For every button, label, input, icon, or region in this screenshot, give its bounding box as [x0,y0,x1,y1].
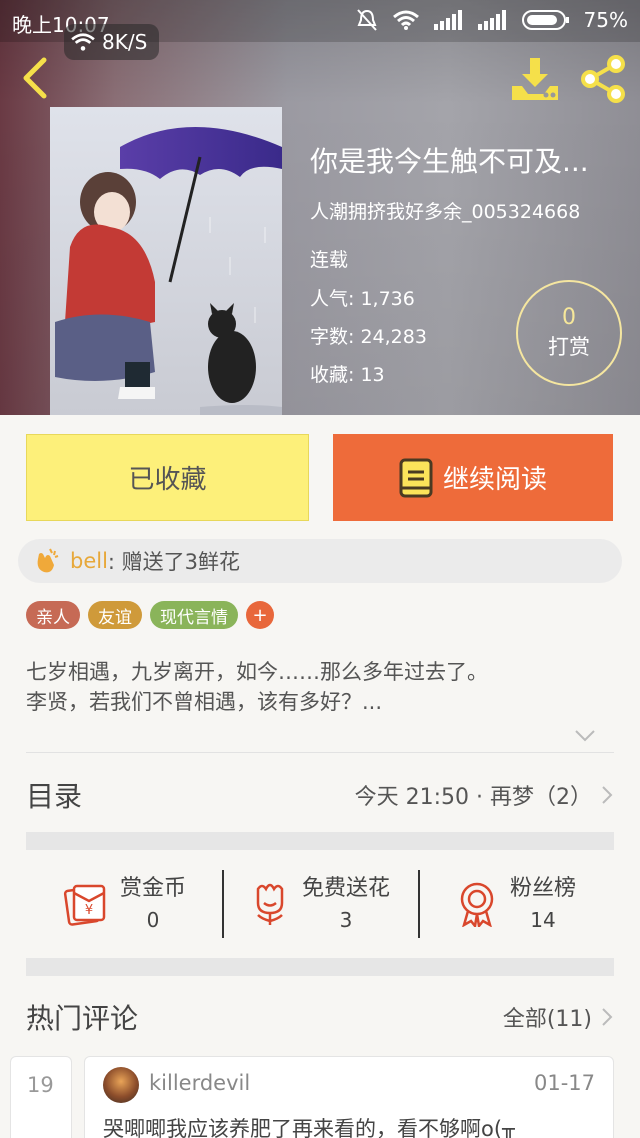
continue-reading-button[interactable]: 继续阅读 [333,434,613,521]
network-speed-badge: 8K/S [64,24,160,60]
tag-item[interactable]: 友谊 [88,601,142,629]
back-button[interactable] [14,54,54,102]
book-word-count: 字数: 24,283 [310,326,427,348]
section-separator [26,832,614,850]
hot-comments-title: 热门评论 [26,1002,139,1035]
book-icon [399,458,433,497]
book-cover-image[interactable] [50,107,282,415]
chevron-right-icon [602,1008,613,1026]
fan-ranking-text: 粉丝榜 14 [510,873,576,935]
back-arrow-icon [23,57,47,99]
medal-icon [460,882,494,927]
mute-icon [356,9,377,31]
favorited-label: 已收藏 [128,465,207,495]
tip-button[interactable]: 0 打赏 [516,280,622,386]
hot-comments-header[interactable]: 热门评论 全部(11) [26,988,614,1046]
gift-text: : 赠送了3鲜花 [107,550,241,574]
comment-card-previous[interactable]: 19 [10,1056,72,1138]
add-tag-button[interactable]: + [246,601,274,629]
tag-item[interactable]: 亲人 [26,601,80,629]
comment-username[interactable]: killerdevil [149,1071,250,1095]
gift-user[interactable]: bell [70,549,108,573]
continue-reading-label: 继续阅读 [442,465,547,495]
gift-notice: bell : 赠送了3鲜花 [18,539,622,583]
divider [26,752,614,753]
download-icon [512,58,558,100]
table-of-contents-row[interactable]: 目录 今天 21:50 · 再梦（2） [26,762,614,828]
comment-date: 19 [27,1073,54,1097]
battery-icon [521,10,569,30]
reward-coins-text: 赏金币 0 [120,873,186,935]
comment-card[interactable]: killerdevil 01-17 哭唧唧我应该养肥了再来看的，看不够啊o(╥ [84,1056,614,1138]
stat-value: 14 [530,908,556,932]
share-icon [581,55,625,103]
chevron-down-icon [575,730,595,742]
tip-count: 0 [562,305,576,330]
section-separator [26,958,614,976]
status-icons: 75% [356,8,628,32]
wifi-icon [71,33,95,51]
share-button[interactable] [576,52,630,106]
free-flowers-stat[interactable]: 免费送花 3 [222,852,418,956]
comment-date: 01-17 [533,1071,595,1095]
clap-icon [37,548,59,573]
free-flowers-text: 免费送花 3 [302,873,390,935]
fan-ranking-stat[interactable]: 粉丝榜 14 [418,852,614,956]
toc-latest-chapter: 今天 21:50 · 再梦（2） [354,785,592,810]
avatar[interactable] [103,1067,139,1103]
tip-label: 打赏 [548,335,590,359]
book-detail-screen: 晚上10:07 75% 8K/S 你是我今生触不可及... 人潮拥挤我好多余_0… [0,0,640,1138]
book-status: 连载 [310,249,349,271]
signal-icon-2 [477,10,506,30]
chevron-right-icon [602,786,613,804]
synopsis-line: 李贤，若我们不曾相遇，该有多好？... [26,690,383,714]
book-favorites-count: 收藏: 13 [310,364,385,386]
book-popularity: 人气: 1,736 [310,288,415,310]
battery-level: 75% [583,8,628,32]
tag-list: 亲人 友谊 现代言情 + [26,601,274,629]
stat-value: 0 [146,908,160,932]
wifi-icon [392,10,419,30]
expand-synopsis-button[interactable] [572,722,598,748]
stat-label: 赏金币 [119,876,186,901]
synopsis-line: 七岁相遇，九岁离开，如今……那么多年过去了。 [26,660,488,684]
tag-item[interactable]: 现代言情 [150,601,238,629]
stats-row: ¥ 赏金币 0 免费送花 3 粉丝榜 14 [26,852,614,956]
book-title: 你是我今生触不可及... [310,145,589,178]
stat-label: 粉丝榜 [509,876,576,901]
toc-title: 目录 [26,780,83,813]
stat-label: 免费送花 [301,876,390,901]
all-comments-link[interactable]: 全部(11) [503,1001,592,1033]
red-envelope-icon: ¥ [63,884,106,926]
download-button[interactable] [508,54,562,106]
reward-coins-stat[interactable]: ¥ 赏金币 0 [26,852,222,956]
stat-value: 3 [339,908,353,932]
flower-icon [256,883,284,925]
favorited-button[interactable]: 已收藏 [26,434,309,521]
comment-text: 哭唧唧我应该养肥了再来看的，看不够啊o(╥ [103,1117,515,1138]
signal-icon [433,10,462,30]
svg-text:¥: ¥ [85,903,93,918]
network-speed-value: 8K/S [102,30,148,54]
book-author[interactable]: 人潮拥挤我好多余_005324668 [310,197,580,224]
synopsis[interactable]: 七岁相遇，九岁离开，如今……那么多年过去了。 李贤，若我们不曾相遇，该有多好？.… [26,657,616,717]
